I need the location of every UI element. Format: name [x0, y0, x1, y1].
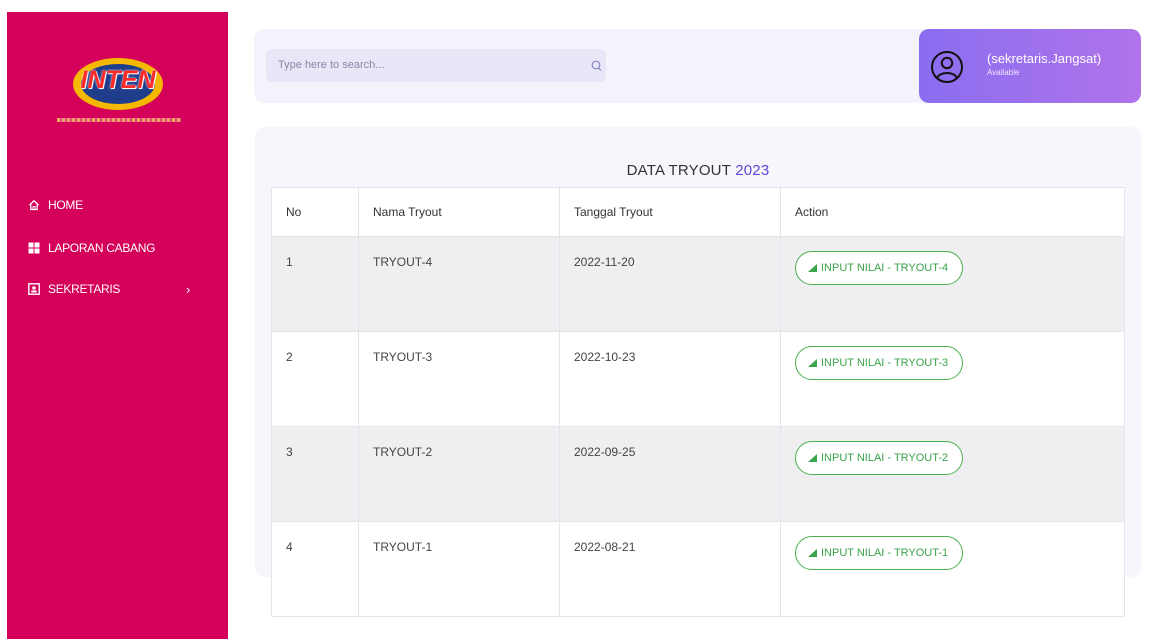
cell-action: INPUT NILAI - TRYOUT-4 [780, 236, 1125, 332]
cell-action: INPUT NILAI - TRYOUT-1 [780, 521, 1125, 617]
chart-icon [808, 454, 817, 462]
sidebar-item-sekretaris[interactable]: SEKRETARIS › [27, 282, 207, 297]
search-input[interactable]: Type here to search... [278, 59, 384, 71]
input-nilai-button[interactable]: INPUT NILAI - TRYOUT-3 [795, 346, 964, 380]
input-nilai-button[interactable]: INPUT NILAI - TRYOUT-1 [795, 536, 964, 570]
chart-icon [808, 359, 817, 367]
button-label: INPUT NILAI - TRYOUT-2 [821, 452, 949, 464]
sidebar-item-label: HOME [48, 198, 83, 212]
sidebar-item-label: LAPORAN CABANG [48, 241, 156, 255]
brand-logo[interactable]: INTEN [57, 52, 181, 132]
cell-action: INPUT NILAI - TRYOUT-2 [780, 426, 1125, 522]
button-label: INPUT NILAI - TRYOUT-3 [821, 357, 949, 369]
cell-action: INPUT NILAI - TRYOUT-3 [780, 331, 1125, 427]
cell-tanggal: 2022-08-21 [559, 521, 781, 617]
cell-nama: TRYOUT-2 [358, 426, 560, 522]
cell-no: 2 [271, 331, 359, 427]
user-profile-card[interactable]: (sekretaris.Jangsat) Available [919, 29, 1141, 103]
logo-tagline [57, 118, 181, 122]
chart-icon [808, 264, 817, 272]
cell-tanggal: 2022-10-23 [559, 331, 781, 427]
search-box[interactable]: Type here to search... [266, 49, 606, 82]
search-icon[interactable] [591, 59, 602, 77]
page-title: DATA TRYOUT 2023 [255, 162, 1141, 179]
input-nilai-button[interactable]: INPUT NILAI - TRYOUT-2 [795, 441, 964, 475]
cell-nama: TRYOUT-1 [358, 521, 560, 617]
sidebar: INTEN HOME LAPORAN CABANG SEKRETARIS › [7, 12, 228, 639]
button-label: INPUT NILAI - TRYOUT-1 [821, 547, 949, 559]
user-status: Available [987, 68, 1020, 77]
sidebar-item-home[interactable]: HOME [27, 198, 83, 212]
column-header-tanggal: Tanggal Tryout [559, 187, 781, 237]
top-bar: Type here to search... (sekretaris.Jangs… [254, 29, 1141, 103]
page-title-year: 2023 [735, 162, 770, 179]
page-title-text: DATA TRYOUT [626, 162, 731, 179]
input-nilai-button[interactable]: INPUT NILAI - TRYOUT-4 [795, 251, 964, 285]
table-row: 3 TRYOUT-2 2022-09-25 INPUT NILAI - TRYO… [271, 426, 1125, 522]
cell-no: 1 [271, 236, 359, 332]
cell-tanggal: 2022-09-25 [559, 426, 781, 522]
id-card-icon [27, 283, 40, 296]
chart-icon [808, 549, 817, 557]
chevron-right-icon: › [186, 282, 191, 297]
table-row: 2 TRYOUT-3 2022-10-23 INPUT NILAI - TRYO… [271, 331, 1125, 427]
cell-tanggal: 2022-11-20 [559, 236, 781, 332]
table-header-row: No Nama Tryout Tanggal Tryout Action [271, 187, 1125, 237]
user-avatar-icon [930, 50, 964, 89]
button-label: INPUT NILAI - TRYOUT-4 [821, 262, 949, 274]
user-name: (sekretaris.Jangsat) [987, 51, 1102, 66]
tryout-panel: DATA TRYOUT 2023 No Nama Tryout Tanggal … [255, 127, 1141, 617]
cell-nama: TRYOUT-4 [358, 236, 560, 332]
cell-nama: TRYOUT-3 [358, 331, 560, 427]
grid-icon [27, 242, 40, 255]
sidebar-item-label: SEKRETARIS [48, 282, 121, 296]
logo-text: INTEN [80, 66, 156, 94]
cell-no: 3 [271, 426, 359, 522]
sidebar-item-laporan-cabang[interactable]: LAPORAN CABANG [27, 241, 155, 255]
table-row: 4 TRYOUT-1 2022-08-21 INPUT NILAI - TRYO… [271, 521, 1125, 617]
home-icon [27, 199, 40, 212]
tryout-table: No Nama Tryout Tanggal Tryout Action 1 T… [271, 187, 1125, 617]
table-row: 1 TRYOUT-4 2022-11-20 INPUT NILAI - TRYO… [271, 236, 1125, 332]
cell-no: 4 [271, 521, 359, 617]
column-header-no: No [271, 187, 359, 237]
column-header-nama: Nama Tryout [358, 187, 560, 237]
column-header-action: Action [780, 187, 1125, 237]
